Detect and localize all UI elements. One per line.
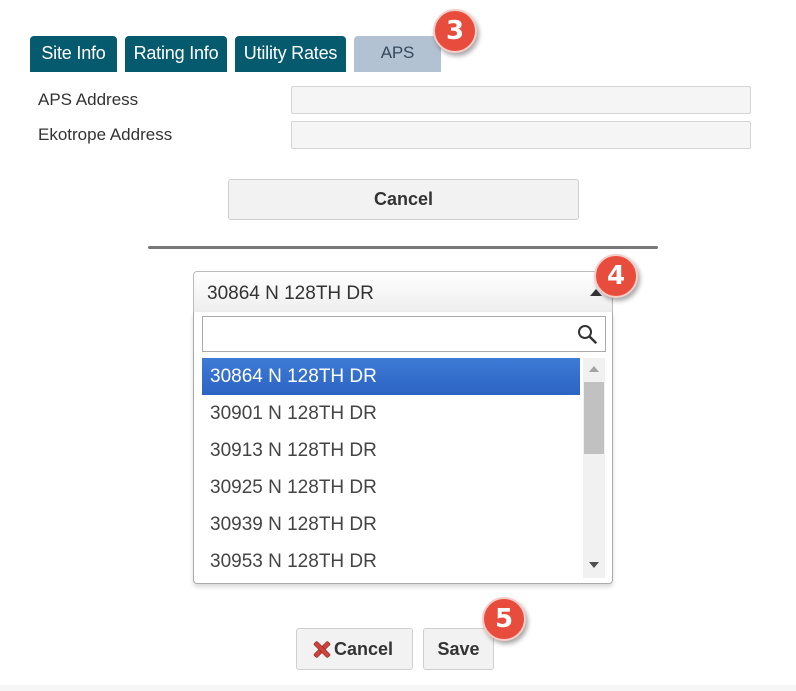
ekotrope-address-field[interactable] xyxy=(291,121,751,149)
tab-aps[interactable]: APS xyxy=(354,36,441,72)
address-options-list: 30864 N 128TH DR 30901 N 128TH DR 30913 … xyxy=(202,358,580,580)
page: Site Info Rating Info Utility Rates APS … xyxy=(0,0,796,691)
search-icon xyxy=(578,325,597,344)
list-item[interactable]: 30925 N 128TH DR xyxy=(202,469,580,506)
list-item[interactable]: 30953 N 128TH DR xyxy=(202,543,580,580)
address-select[interactable]: 30864 N 128TH DR xyxy=(193,271,613,313)
step-badge-4: 4 xyxy=(594,254,638,298)
divider xyxy=(148,246,658,249)
dropdown-search-input[interactable] xyxy=(202,316,606,352)
page-footer-strip xyxy=(0,685,796,691)
tab-site-info[interactable]: Site Info xyxy=(30,36,117,72)
footer-cancel-button[interactable]: Cancel xyxy=(296,628,413,670)
tab-rating-info[interactable]: Rating Info xyxy=(125,36,227,72)
step-badge-3: 3 xyxy=(433,9,477,53)
scroll-up-icon[interactable] xyxy=(589,366,599,372)
list-item[interactable]: 30913 N 128TH DR xyxy=(202,432,580,469)
list-item[interactable]: 30939 N 128TH DR xyxy=(202,506,580,543)
tab-utility-rates[interactable]: Utility Rates xyxy=(235,36,346,72)
aps-address-label: APS Address xyxy=(38,90,139,109)
step-badge-5: 5 xyxy=(482,597,526,641)
cancel-button[interactable]: Cancel xyxy=(228,179,579,220)
ekotrope-address-label: Ekotrope Address xyxy=(38,125,173,144)
address-dropdown: 30864 N 128TH DR 30901 N 128TH DR 30913 … xyxy=(193,312,613,584)
scroll-down-icon[interactable] xyxy=(589,562,599,568)
footer-cancel-label: Cancel xyxy=(334,639,394,659)
list-item[interactable]: 30901 N 128TH DR xyxy=(202,395,580,432)
scrollbar[interactable] xyxy=(583,358,605,578)
save-button[interactable]: Save xyxy=(423,628,494,670)
scrollbar-thumb[interactable] xyxy=(584,382,604,454)
address-select-value: 30864 N 128TH DR xyxy=(207,283,374,304)
close-icon xyxy=(314,641,330,657)
list-item[interactable]: 30864 N 128TH DR xyxy=(202,358,580,395)
aps-address-field[interactable] xyxy=(291,86,751,114)
